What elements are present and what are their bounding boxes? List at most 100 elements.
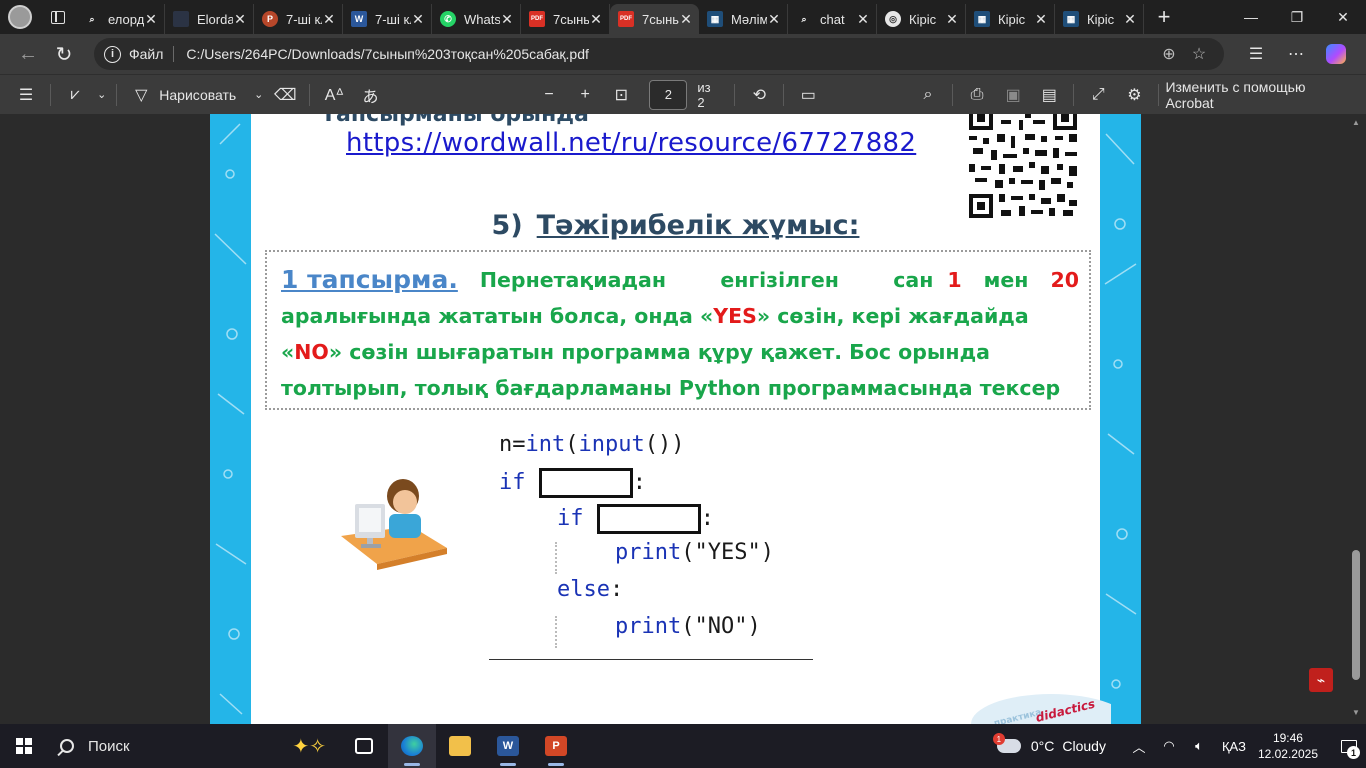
page-number-input[interactable]: 2 <box>649 79 688 110</box>
taskbar-word[interactable]: W <box>484 724 532 768</box>
settings-gear-icon[interactable]: ⚙ <box>1116 79 1152 111</box>
rotate-button[interactable]: ⟲ <box>741 79 777 111</box>
info-icon[interactable]: i <box>104 45 121 63</box>
scrollbar-thumb[interactable] <box>1352 550 1360 680</box>
acrobat-floating-icon[interactable]: ⌁ <box>1309 668 1333 692</box>
read-aloud-icon[interactable]: Aᐞ <box>316 79 352 111</box>
page-view-button[interactable]: ▭ <box>790 79 826 111</box>
volume-icon[interactable]: 🔈︎ <box>1187 738 1211 754</box>
code-token: : <box>609 577 624 602</box>
close-tab-icon[interactable]: ✕ <box>679 11 693 28</box>
wifi-icon[interactable]: ◠ <box>1157 738 1181 754</box>
save-button[interactable]: ▣ <box>995 79 1031 111</box>
taskbar-file-explorer[interactable] <box>436 724 484 768</box>
close-tab-icon[interactable]: ✕ <box>1123 11 1137 28</box>
browser-tab[interactable]: ◎ Кіріс ✕ <box>877 4 966 34</box>
draw-icon[interactable]: ▽ <box>123 79 159 111</box>
highlight-button[interactable]: ⩗ <box>57 79 93 111</box>
more-menu-button[interactable]: ⋯ <box>1276 38 1316 70</box>
browser-tab[interactable]: ▦ Кіріс ✕ <box>1055 4 1144 34</box>
browser-tab[interactable]: ⌕ chat ✕ <box>788 4 877 34</box>
start-button[interactable] <box>0 724 48 768</box>
url-scheme-label: Файл <box>129 46 164 62</box>
zoom-out-button[interactable]: − <box>531 79 567 111</box>
pdf-viewport[interactable]: Тапсырманы орында https://wordwall.net/r… <box>0 114 1366 724</box>
tab-actions-button[interactable] <box>40 0 76 34</box>
browser-tab[interactable]: PDF 7сынып✕ <box>521 4 610 34</box>
close-tab-icon[interactable]: ✕ <box>589 11 603 28</box>
elorda-icon <box>173 11 189 27</box>
gear-icon: ◎ <box>885 11 901 27</box>
task-text-part: мен <box>983 268 1029 292</box>
weather-widget[interactable]: 1 0°C Cloudy <box>992 733 1106 754</box>
fill-in-blank-2[interactable] <box>596 504 701 534</box>
folder-icon <box>449 736 471 756</box>
close-tab-icon[interactable]: ✕ <box>322 11 336 28</box>
chevron-up-icon[interactable]: ︿ <box>1127 737 1151 756</box>
favorite-star-icon[interactable]: ☆ <box>1184 44 1214 64</box>
close-tab-icon[interactable]: ✕ <box>856 11 870 28</box>
save-as-button[interactable]: ▤ <box>1031 79 1067 111</box>
back-button[interactable]: ← <box>10 38 46 70</box>
taskbar-search[interactable]: Поиск ✦✧ <box>48 724 340 768</box>
section-title: Тәжірибелік жұмыс: <box>536 210 860 241</box>
browser-tab[interactable]: W 7-шi кл✕ <box>343 4 432 34</box>
close-tab-icon[interactable]: ✕ <box>1034 11 1048 28</box>
task-view-icon <box>355 738 373 754</box>
toolbar-separator <box>50 83 52 106</box>
close-tab-icon[interactable]: ✕ <box>411 11 425 28</box>
browser-tab[interactable]: Elorda ✕ <box>165 4 254 34</box>
notification-center-button[interactable]: 1 <box>1332 724 1366 768</box>
contents-button[interactable]: ☰ <box>8 79 44 111</box>
address-bar[interactable]: i Файл C:/Users/264PC/Downloads/7сынып%2… <box>94 38 1224 70</box>
browser-tab[interactable]: ▦ Мәлімет✕ <box>699 4 788 34</box>
close-tab-icon[interactable]: ✕ <box>500 11 514 28</box>
draw-dropdown[interactable]: ⌄ <box>250 79 267 111</box>
clock[interactable]: 19:46 12.02.2025 <box>1258 730 1318 762</box>
close-tab-icon[interactable]: ✕ <box>767 11 781 28</box>
browser-tab[interactable]: ▦ Кіріс ✕ <box>966 4 1055 34</box>
highlight-dropdown[interactable]: ⌄ <box>93 79 110 111</box>
zoom-in-button[interactable]: + <box>567 79 603 111</box>
zoom-icon[interactable]: ⊕ <box>1154 44 1184 64</box>
scroll-down-arrow-icon[interactable]: ▼ <box>1350 708 1362 717</box>
minimize-button[interactable]: — <box>1228 0 1274 34</box>
wordwall-link[interactable]: https://wordwall.net/ru/resource/6772788… <box>346 128 916 158</box>
copilot-button[interactable] <box>1316 38 1356 70</box>
edit-with-acrobat-button[interactable]: Изменить с помощью Acrobat <box>1165 79 1348 111</box>
refresh-button[interactable]: ↻ <box>46 38 82 70</box>
maximize-button[interactable]: ❐ <box>1274 0 1320 34</box>
new-tab-button[interactable]: + <box>1144 0 1184 34</box>
search-icon[interactable]: ⌕ <box>910 79 946 111</box>
draw-button-label[interactable]: Нарисовать <box>159 79 236 111</box>
task-view-button[interactable] <box>340 724 388 768</box>
browser-tab[interactable]: ⌕ елорда✕ <box>76 4 165 34</box>
browser-tab[interactable]: ✆ WhatsApp✕ <box>432 4 521 34</box>
copilot-sparkle-icon[interactable]: ✦✧ <box>292 734 326 759</box>
browser-tab[interactable]: PDF 7сынып✕ <box>610 4 699 34</box>
browser-tab[interactable]: P 7-шi кл✕ <box>254 4 343 34</box>
eraser-icon[interactable]: ⌫ <box>267 79 303 111</box>
close-window-button[interactable]: ✕ <box>1320 0 1366 34</box>
fullscreen-button[interactable]: ⤢ <box>1080 79 1116 111</box>
favorites-button[interactable]: ☰ <box>1236 38 1276 70</box>
close-tab-icon[interactable]: ✕ <box>945 11 959 28</box>
taskbar-powerpoint[interactable]: P <box>532 724 580 768</box>
taskbar-edge[interactable] <box>388 724 436 768</box>
input-language[interactable]: ҚАЗ <box>1222 739 1246 754</box>
url-text[interactable]: C:/Users/264PC/Downloads/7сынып%203тоқса… <box>186 46 1154 62</box>
code-line-1: n=int(input()) <box>499 432 684 457</box>
browser-tab-label: 7-шi кл <box>286 11 322 27</box>
fit-page-button[interactable]: ⊡ <box>603 79 639 111</box>
powerpoint-icon: P <box>262 11 278 27</box>
profile-button[interactable] <box>0 0 40 34</box>
search-icon <box>60 739 74 753</box>
fill-in-blank-1[interactable] <box>538 468 633 498</box>
scroll-up-arrow-icon[interactable]: ▲ <box>1350 118 1362 127</box>
section-number: 5) <box>491 210 523 241</box>
close-tab-icon[interactable]: ✕ <box>144 11 158 28</box>
print-button[interactable]: ⎙ <box>959 79 995 111</box>
vertical-scrollbar[interactable]: ▲ ▼ <box>1346 114 1366 724</box>
translate-icon[interactable]: あ <box>352 79 388 111</box>
close-tab-icon[interactable]: ✕ <box>233 11 247 28</box>
